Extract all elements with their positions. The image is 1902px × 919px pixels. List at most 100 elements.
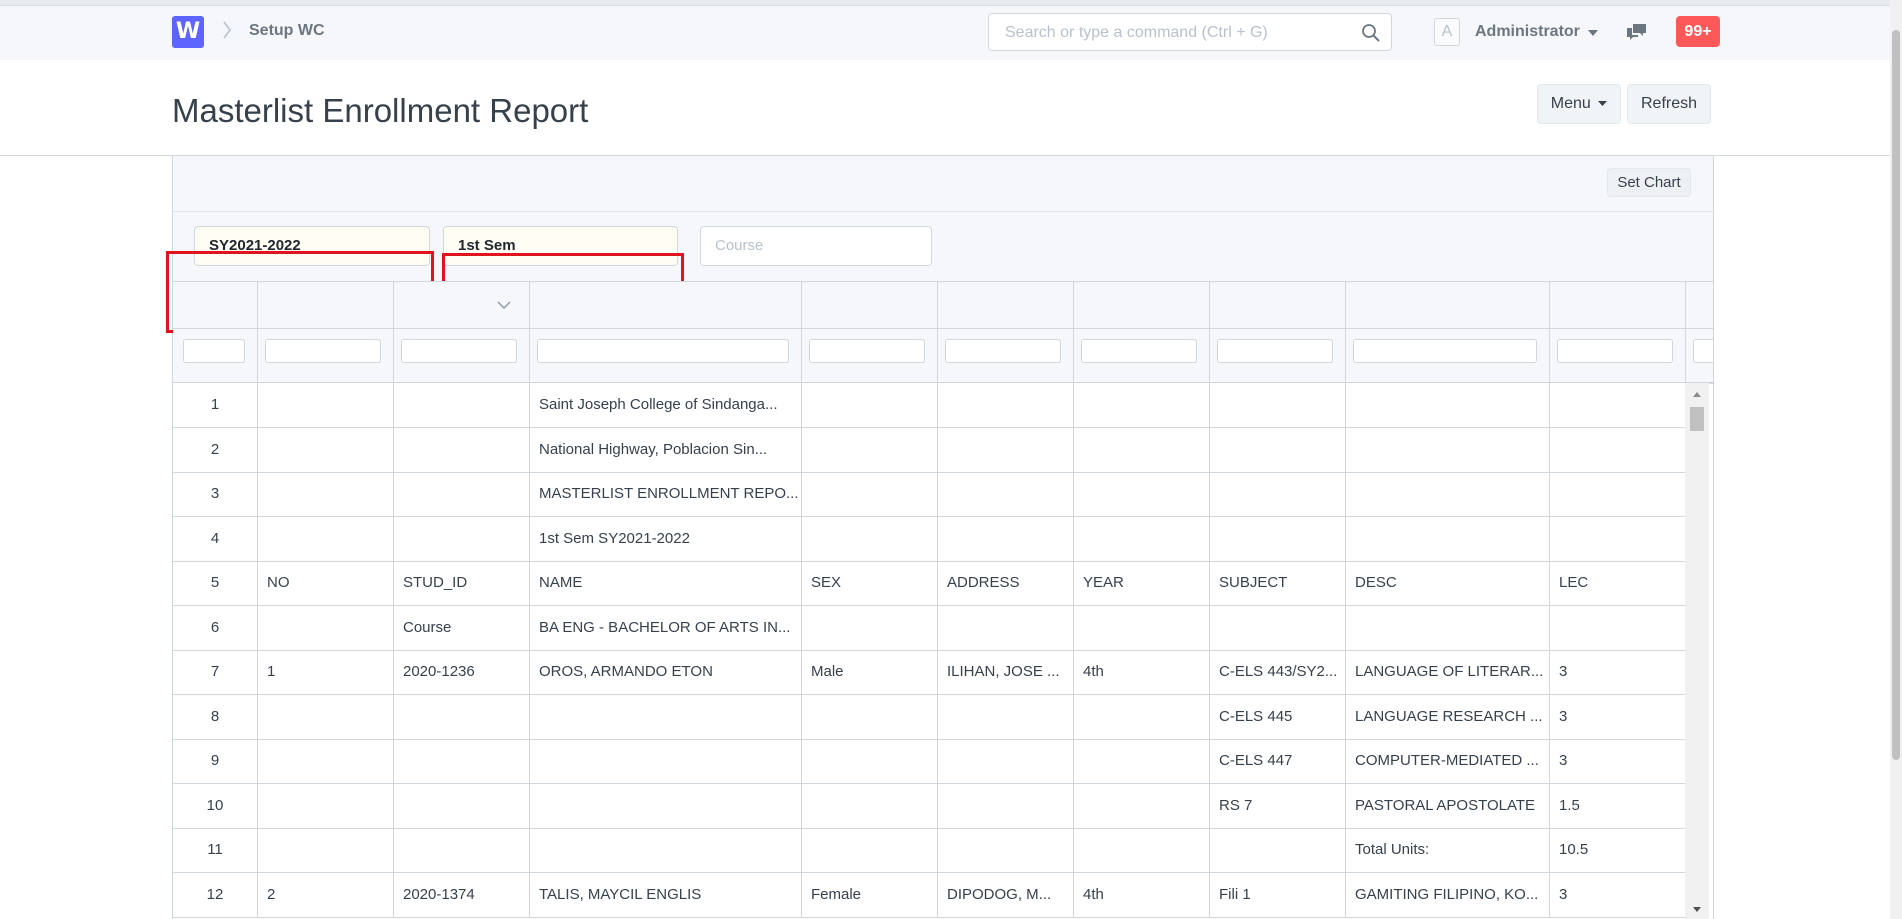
table-cell[interactable]: [1549, 428, 1685, 472]
table-cell[interactable]: [1345, 427, 1550, 472]
table-cell[interactable]: Total Units:: [1345, 828, 1550, 872]
table-cell[interactable]: Course: [393, 605, 530, 650]
table-cell[interactable]: [937, 383, 1074, 427]
table-cell[interactable]: STUD_ID: [393, 561, 530, 605]
table-cell[interactable]: COMPUTER-MEDIATED ...: [1345, 739, 1550, 783]
column-filter-input[interactable]: [1693, 339, 1713, 363]
table-cell[interactable]: LANGUAGE OF LITERAR...: [1345, 650, 1550, 694]
table-cell[interactable]: SUBJECT: [1209, 561, 1346, 605]
table-cell[interactable]: [801, 783, 938, 828]
avatar[interactable]: A: [1434, 18, 1460, 46]
table-cell[interactable]: [801, 427, 938, 472]
table-cell[interactable]: C-ELS 445: [1209, 694, 1346, 739]
table-row[interactable]: 7 1 2020-1236 OROS, ARMANDO ETON Male ILIHAN,…: [173, 650, 1685, 695]
table-cell[interactable]: [1073, 783, 1210, 828]
column-filter-input[interactable]: [183, 339, 245, 363]
table-cell[interactable]: [1209, 605, 1346, 650]
table-cell[interactable]: [801, 828, 938, 872]
table-cell[interactable]: [937, 516, 1074, 561]
table-cell[interactable]: [1549, 606, 1685, 650]
table-cell[interactable]: [1073, 383, 1210, 427]
scrollbar-thumb[interactable]: [1690, 407, 1704, 431]
table-cell[interactable]: [529, 739, 802, 783]
table-cell[interactable]: [1345, 605, 1550, 650]
table-cell[interactable]: [393, 694, 530, 739]
table-cell[interactable]: [937, 694, 1074, 739]
table-cell[interactable]: ADDRESS: [937, 561, 1074, 605]
table-cell[interactable]: [257, 605, 394, 650]
table-cell[interactable]: [393, 828, 530, 872]
table-cell[interactable]: C-ELS 447: [1209, 739, 1346, 783]
table-cell[interactable]: [257, 427, 394, 472]
table-cell[interactable]: 3: [1549, 873, 1685, 917]
table-cell[interactable]: [937, 739, 1074, 783]
table-row[interactable]: 6 Course BA ENG - BACHELOR OF ARTS IN...: [173, 605, 1685, 651]
table-row[interactable]: 9 C-ELS 447 COMPUTER-MEDIATED ... 3: [173, 739, 1685, 784]
table-cell[interactable]: GAMITING FILIPINO, KO...: [1345, 872, 1550, 917]
table-cell[interactable]: SEX: [801, 561, 938, 605]
grid-scrollbar[interactable]: [1685, 383, 1709, 919]
table-cell[interactable]: Fili 1: [1209, 872, 1346, 917]
table-cell[interactable]: [257, 383, 394, 427]
table-cell[interactable]: [257, 783, 394, 828]
course-filter[interactable]: Course: [700, 226, 932, 266]
table-cell[interactable]: [1073, 694, 1210, 739]
column-filter-input[interactable]: [401, 339, 517, 363]
table-cell[interactable]: Saint Joseph College of Sindanga...: [529, 383, 802, 427]
table-cell[interactable]: 1: [257, 650, 394, 694]
table-cell[interactable]: 1st Sem SY2021-2022: [529, 516, 802, 561]
table-cell[interactable]: BA ENG - BACHELOR OF ARTS IN...: [529, 605, 802, 650]
table-cell[interactable]: [801, 605, 938, 650]
table-cell[interactable]: [393, 516, 530, 561]
awesomebar-search[interactable]: [988, 13, 1392, 52]
table-cell[interactable]: LEC: [1549, 561, 1685, 605]
table-row[interactable]: 11 Total Units: 10.5: [173, 828, 1685, 873]
table-cell[interactable]: [937, 605, 1074, 650]
search-icon[interactable]: [1361, 23, 1381, 43]
table-cell[interactable]: [1209, 427, 1346, 472]
semester-filter[interactable]: 1st Sem: [443, 226, 678, 266]
set-chart-button[interactable]: Set Chart: [1607, 168, 1691, 197]
table-cell[interactable]: National Highway, Poblacion Sin...: [529, 427, 802, 472]
table-cell[interactable]: [529, 694, 802, 739]
table-cell[interactable]: [1209, 516, 1346, 561]
table-cell[interactable]: [937, 427, 1074, 472]
notification-badge[interactable]: 99+: [1676, 16, 1720, 47]
table-cell[interactable]: OROS, ARMANDO ETON: [529, 650, 802, 694]
page-scrollbar[interactable]: [1890, 0, 1902, 919]
table-cell[interactable]: Female: [801, 872, 938, 917]
table-cell[interactable]: [937, 828, 1074, 872]
table-cell[interactable]: Male: [801, 650, 938, 694]
user-menu-label[interactable]: Administrator: [1475, 23, 1580, 41]
column-filter-input[interactable]: [1353, 339, 1537, 363]
chat-icon[interactable]: [1626, 22, 1648, 42]
table-cell[interactable]: [257, 516, 394, 561]
table-cell[interactable]: 4th: [1073, 872, 1210, 917]
table-cell[interactable]: [393, 739, 530, 783]
table-cell[interactable]: [1549, 472, 1685, 516]
table-cell[interactable]: [529, 828, 802, 872]
table-cell[interactable]: [1345, 383, 1550, 427]
table-row[interactable]: 5 NO STUD_ID NAME SEX ADDRESS YEAR SUBJECT DESC L…: [173, 561, 1685, 606]
table-cell[interactable]: [1209, 383, 1346, 427]
table-cell[interactable]: 2020-1236: [393, 650, 530, 694]
refresh-button[interactable]: Refresh: [1627, 84, 1711, 124]
column-filter-input[interactable]: [1557, 339, 1673, 363]
table-cell[interactable]: LANGUAGE RESEARCH ...: [1345, 694, 1550, 739]
table-cell[interactable]: DIPODOG, M...: [937, 872, 1074, 917]
column-filter-input[interactable]: [945, 339, 1061, 363]
table-cell[interactable]: NO: [257, 561, 394, 605]
table-cell[interactable]: PASTORAL APOSTOLATE: [1345, 783, 1550, 828]
table-cell[interactable]: 1.5: [1549, 784, 1685, 828]
table-cell[interactable]: 2: [257, 872, 394, 917]
table-cell[interactable]: C-ELS 443/SY2...: [1209, 650, 1346, 694]
table-cell[interactable]: [801, 694, 938, 739]
table-cell[interactable]: [1549, 383, 1685, 427]
table-row[interactable]: 8 C-ELS 445 LANGUAGE RESEARCH ... 3: [173, 694, 1685, 740]
table-cell[interactable]: [1345, 472, 1550, 516]
table-cell[interactable]: [1209, 472, 1346, 516]
menu-button[interactable]: Menu: [1537, 84, 1621, 124]
table-cell[interactable]: [257, 828, 394, 872]
table-cell[interactable]: 4th: [1073, 650, 1210, 694]
table-cell[interactable]: [1345, 516, 1550, 561]
